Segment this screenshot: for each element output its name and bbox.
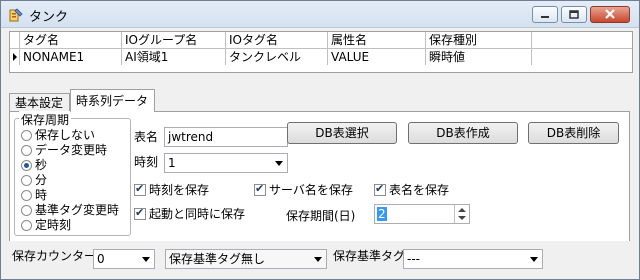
column-header-save-type[interactable]: 保存種別: [426, 32, 532, 48]
grid-header: タグ名 IOグループ名 IOタグ名 属性名 保存種別: [10, 32, 632, 49]
spinner-buttons[interactable]: [454, 205, 469, 223]
header-row-indicator: [10, 32, 20, 48]
radio-base-tag-change[interactable]: 基準タグ変更時: [21, 203, 119, 217]
radio-label: 基準タグ変更時: [35, 203, 120, 217]
radio-seconds[interactable]: 秒: [21, 158, 47, 172]
title-bar[interactable]: タンク: [1, 1, 639, 28]
save-server-name-checkbox[interactable]: ✔ サーバ名を保存: [254, 182, 353, 198]
column-header-tag-name[interactable]: タグ名: [20, 32, 122, 48]
time-select[interactable]: 1: [164, 153, 288, 173]
checkbox[interactable]: ✔: [134, 206, 146, 220]
tab-time-series-data[interactable]: 時系列データ: [70, 89, 155, 112]
radio-hours[interactable]: 時: [21, 188, 47, 202]
window-title: タンク: [29, 10, 69, 25]
db-table-select-button[interactable]: DB表選択: [287, 122, 397, 144]
chevron-down-icon: [275, 161, 283, 166]
radio-no-save[interactable]: 保存しない: [21, 128, 95, 142]
db-table-delete-button[interactable]: DB表削除: [528, 122, 619, 144]
chevron-down-icon: [314, 257, 322, 262]
checkbox[interactable]: ✔: [134, 182, 146, 196]
close-button[interactable]: [590, 6, 630, 23]
tank-window: タンク タグ名 IOグループ名 IOタグ名 属性名 保存種別 NONAME1 A…: [0, 0, 640, 280]
save-counter-value: 0: [97, 252, 105, 266]
app-icon: [9, 8, 23, 22]
radio-button-selected[interactable]: [21, 160, 32, 171]
time-label: 時刻: [134, 155, 159, 169]
radio-button[interactable]: [21, 220, 32, 231]
radio-on-change[interactable]: データ変更時: [21, 143, 107, 157]
current-row-indicator: [10, 49, 20, 65]
table-name-label: 表名: [134, 130, 159, 144]
checkbox-label: サーバ名を保存: [269, 183, 353, 197]
save-period-label: 保存周期: [19, 111, 72, 128]
radio-button[interactable]: [21, 145, 32, 156]
cell-save-type[interactable]: 瞬時値: [426, 49, 532, 65]
radio-fixed-time[interactable]: 定時刻: [21, 218, 71, 232]
save-time-checkbox[interactable]: ✔ 時刻を保存: [134, 182, 209, 198]
spin-up-icon[interactable]: [458, 208, 466, 212]
maximize-icon: [569, 10, 579, 19]
maximize-button[interactable]: [561, 6, 587, 23]
retention-days-spinner[interactable]: 2: [374, 204, 470, 224]
cell-attribute[interactable]: VALUE: [328, 49, 426, 65]
chevron-down-icon: [142, 257, 150, 262]
retention-days-value[interactable]: 2: [377, 207, 387, 221]
save-counter-select[interactable]: 0: [93, 249, 155, 269]
time-select-value: 1: [168, 156, 176, 170]
column-header-io-tag[interactable]: IOタグ名: [226, 32, 328, 48]
cell-io-tag[interactable]: タンクレベル: [226, 49, 328, 65]
base-tag-value: ---: [407, 252, 420, 266]
checkbox[interactable]: ✔: [374, 182, 386, 196]
checkbox-label: 表名を保存: [389, 183, 450, 197]
cell-io-group[interactable]: AI領域1: [122, 49, 226, 65]
checkmark-icon: ✔: [135, 206, 145, 219]
column-header-io-group[interactable]: IOグループ名: [122, 32, 226, 48]
cell-tag-name[interactable]: NONAME1: [20, 49, 122, 65]
radio-label: 定時刻: [35, 218, 72, 232]
radio-button[interactable]: [21, 205, 32, 216]
tag-grid[interactable]: タグ名 IOグループ名 IOタグ名 属性名 保存種別 NONAME1 AI領域1…: [9, 31, 633, 73]
chevron-down-icon: [530, 257, 538, 262]
radio-button[interactable]: [21, 130, 32, 141]
radio-label: 時: [35, 188, 48, 202]
radio-button[interactable]: [21, 190, 32, 201]
radio-button[interactable]: [21, 175, 32, 186]
table-row[interactable]: NONAME1 AI領域1 タンクレベル VALUE 瞬時値: [10, 49, 632, 65]
minimize-icon: [541, 16, 549, 18]
base-tag-mode-select[interactable]: 保存基準タグ無し: [165, 249, 327, 269]
base-tag-mode-value: 保存基準タグ無し: [169, 252, 266, 266]
radio-label: 分: [35, 173, 48, 187]
checkbox[interactable]: ✔: [254, 182, 266, 196]
column-header-attribute[interactable]: 属性名: [328, 32, 426, 48]
close-icon: [605, 9, 615, 19]
base-tag-label: 保存基準タグ: [333, 249, 406, 263]
spin-down-icon[interactable]: [458, 216, 466, 220]
checkbox-label: 起動と同時に保存: [149, 207, 246, 221]
base-tag-select[interactable]: ---: [403, 249, 543, 269]
tab-basic-settings[interactable]: 基本設定: [9, 93, 70, 111]
row-pointer-icon: [13, 53, 17, 61]
bottom-bar: 保存カウンター 0 保存基準タグ無し 保存基準タグ ---: [1, 241, 639, 277]
radio-minutes[interactable]: 分: [21, 173, 47, 187]
radio-label: 秒: [35, 158, 48, 172]
checkmark-icon: ✔: [375, 182, 385, 195]
checkbox-label: 時刻を保存: [149, 183, 210, 197]
retention-days-label: 保存期間(日): [286, 209, 356, 223]
save-period-group: 保存周期 保存しない データ変更時 秒 分 時 基準タグ変更時 定時刻: [14, 111, 131, 236]
radio-label: データ変更時: [35, 143, 108, 157]
save-table-name-checkbox[interactable]: ✔ 表名を保存: [374, 182, 449, 198]
radio-label: 保存しない: [35, 128, 96, 142]
checkmark-icon: ✔: [255, 182, 265, 195]
save-counter-label: 保存カウンター: [12, 249, 97, 263]
minimize-button[interactable]: [532, 6, 558, 23]
db-table-create-button[interactable]: DB表作成: [408, 122, 518, 144]
table-name-input[interactable]: jwtrend: [164, 127, 288, 147]
checkmark-icon: ✔: [135, 182, 145, 195]
save-on-start-checkbox[interactable]: ✔ 起動と同時に保存: [134, 206, 245, 222]
